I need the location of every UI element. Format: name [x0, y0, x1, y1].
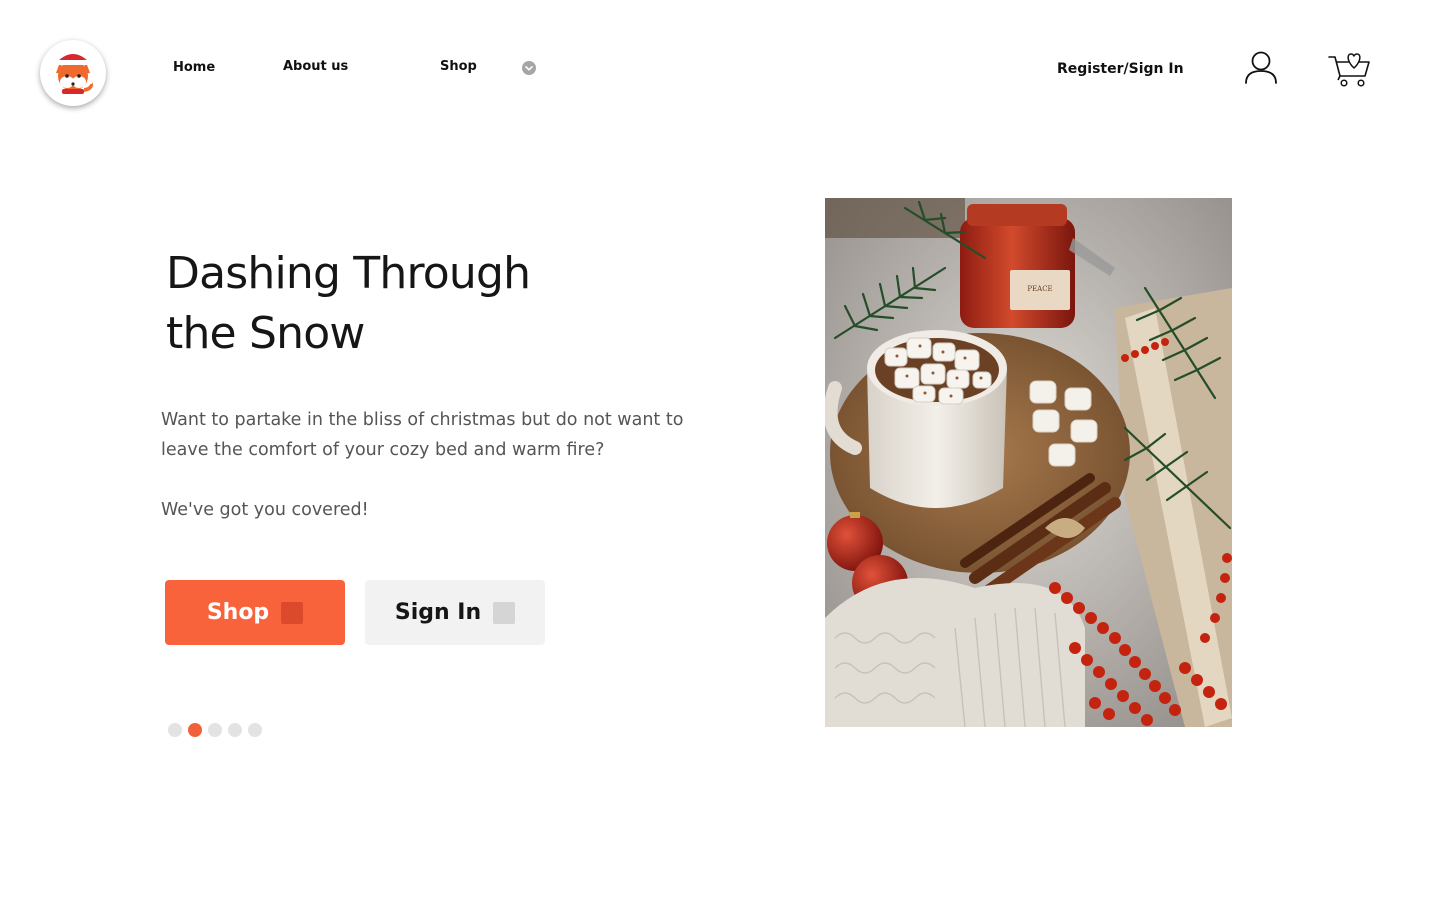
nav-home[interactable]: Home — [173, 60, 215, 75]
sign-in-button-label: Sign In — [394, 600, 482, 625]
carousel-dot-4[interactable] — [228, 723, 242, 737]
hero-description: Want to partake in the bliss of christma… — [161, 410, 684, 460]
square-icon — [281, 601, 304, 624]
carousel-dot-1[interactable] — [168, 723, 182, 737]
nav-shop[interactable]: Shop — [440, 59, 477, 74]
sign-in-button[interactable]: Sign In — [365, 580, 545, 645]
hero-title-line-2: the Snow — [166, 308, 365, 359]
shop-button-label: Shop — [206, 600, 270, 625]
hero-title: Dashing Through the Snow — [166, 244, 606, 364]
carousel-dot-3[interactable] — [208, 723, 222, 737]
hero-tagline: We've got you covered! — [161, 500, 369, 520]
carousel-dot-2[interactable] — [188, 723, 202, 737]
register-sign-in-link[interactable]: Register/Sign In — [1057, 61, 1184, 77]
square-icon — [493, 601, 516, 624]
carousel-dots — [168, 723, 262, 737]
chevron-down-icon[interactable] — [522, 60, 536, 75]
fox-santa-hat-icon — [56, 49, 93, 94]
carousel-dot-5[interactable] — [248, 723, 262, 737]
shop-button[interactable]: Shop — [165, 580, 345, 645]
cart-heart-icon[interactable] — [1327, 48, 1371, 88]
brand-logo[interactable] — [40, 40, 106, 106]
nav-about-us[interactable]: About us — [283, 59, 348, 74]
hero-image: PEACE — [825, 198, 1232, 727]
candle-label: PEACE — [1027, 285, 1052, 293]
user-icon[interactable] — [1243, 50, 1279, 86]
hero-title-line-1: Dashing Through — [166, 248, 531, 299]
